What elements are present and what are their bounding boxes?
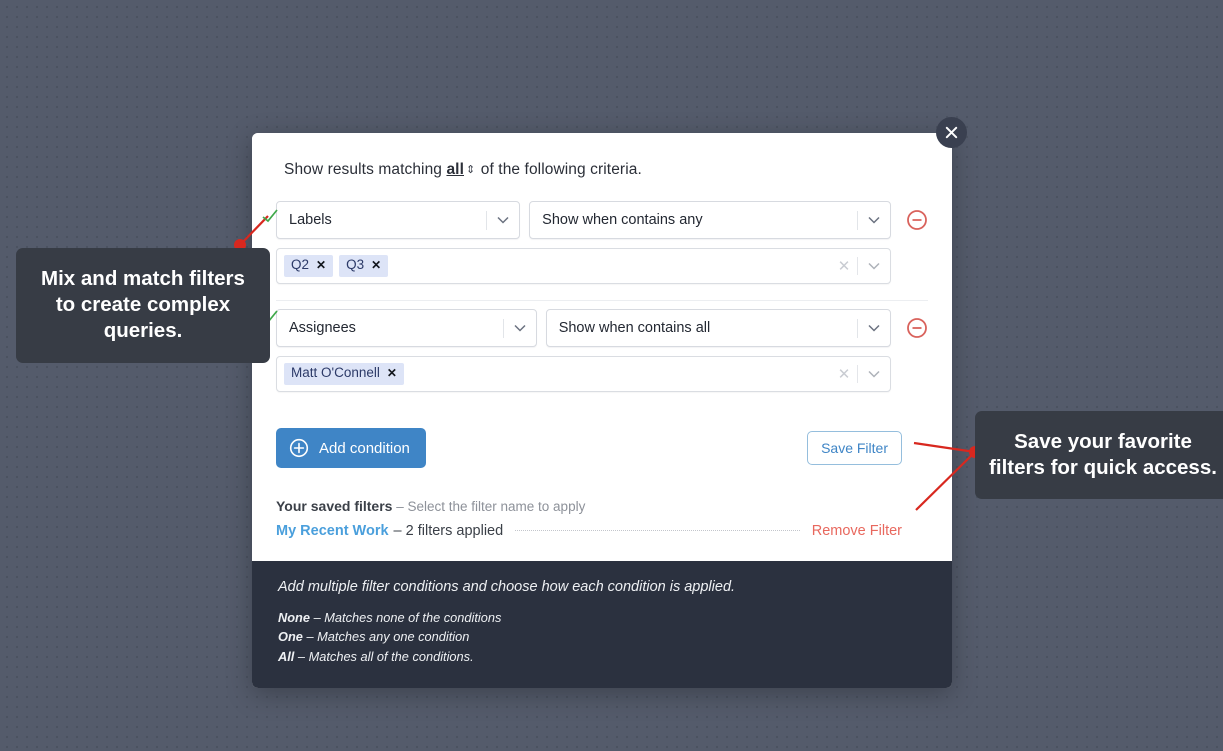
field-select-assignees[interactable]: Assignees: [276, 309, 537, 347]
saved-filters-heading: Your saved filters – Select the filter n…: [276, 498, 928, 514]
field-select-value: Labels: [289, 212, 332, 228]
tag-item[interactable]: Matt O'Connell ✕: [284, 363, 404, 385]
saved-filter-row: My Recent Work – 2 filters applied Remov…: [276, 523, 928, 539]
tag-item[interactable]: Q2 ✕: [284, 255, 334, 277]
criteria-suffix: of the following criteria.: [480, 161, 642, 178]
saved-filter-detail: – 2 filters applied: [393, 523, 504, 539]
field-select-labels[interactable]: Labels: [276, 201, 521, 239]
remove-filter-link[interactable]: Remove Filter: [812, 523, 902, 539]
criteria-prefix: Show results matching: [284, 161, 443, 178]
footer-term: One: [278, 629, 303, 645]
chevron-down-icon[interactable]: [504, 324, 536, 332]
condition-row: Assignees Show when contains all: [276, 309, 928, 347]
tag-input-labels[interactable]: Q2 ✕ Q3 ✕ ✕: [276, 248, 891, 284]
footer-help-line: All – Matches all of the conditions.: [278, 647, 926, 666]
tag-list: Q2 ✕ Q3 ✕: [284, 255, 831, 277]
tag-remove-icon[interactable]: ✕: [371, 258, 381, 272]
minus-circle-icon: [907, 210, 927, 230]
action-row: Add condition Save Filter: [276, 428, 928, 468]
remove-condition-button-1[interactable]: [906, 209, 928, 231]
tag-remove-icon[interactable]: ✕: [316, 258, 326, 272]
tag-remove-icon[interactable]: ✕: [387, 366, 397, 380]
match-type-stepper-icon[interactable]: ⇕: [466, 165, 475, 176]
clear-tags-icon[interactable]: ✕: [831, 259, 857, 274]
save-filter-button[interactable]: Save Filter: [807, 431, 902, 465]
chevron-down-icon[interactable]: [858, 370, 890, 378]
clear-tags-icon[interactable]: ✕: [831, 367, 857, 382]
modal-body: Show results matching all ⇕ of the follow…: [252, 133, 952, 561]
add-condition-button[interactable]: Add condition: [276, 428, 426, 468]
condition-row: Labels Show when contains any: [276, 201, 928, 239]
operator-select-assignees[interactable]: Show when contains all: [545, 309, 892, 347]
footer-term: All: [278, 648, 295, 664]
chevron-down-icon[interactable]: [858, 216, 890, 224]
chevron-down-icon[interactable]: [487, 216, 519, 224]
tag-item[interactable]: Q3 ✕: [339, 255, 389, 277]
callout-left: Mix and match filters to create complex …: [16, 248, 270, 363]
filter-builder-modal: Show results matching all ⇕ of the follow…: [252, 133, 952, 689]
modal-footer-help: Add multiple filter conditions and choos…: [252, 561, 952, 689]
footer-desc: – Matches all of the conditions.: [297, 648, 474, 664]
operator-select-value: Show when contains any: [542, 212, 703, 228]
tag-label: Q2: [291, 257, 310, 273]
saved-filters-hint: – Select the filter name to apply: [396, 499, 586, 514]
footer-desc: – Matches none of the conditions: [313, 610, 502, 625]
operator-select-labels[interactable]: Show when contains any: [529, 201, 892, 239]
footer-desc: – Matches any one condition: [306, 629, 470, 645]
add-condition-label: Add condition: [319, 439, 410, 457]
close-icon: [945, 126, 958, 139]
match-type-value[interactable]: all: [446, 161, 464, 178]
footer-lead-text: Add multiple filter conditions and choos…: [278, 579, 736, 595]
field-select-value: Assignees: [289, 320, 356, 336]
tag-input-assignees[interactable]: Matt O'Connell ✕ ✕: [276, 356, 891, 392]
saved-filters-title: Your saved filters: [276, 498, 393, 514]
criteria-sentence: Show results matching all ⇕ of the follow…: [276, 151, 928, 193]
tag-label: Matt O'Connell: [291, 365, 380, 381]
chevron-down-icon[interactable]: [858, 324, 890, 332]
close-modal-button[interactable]: [936, 117, 967, 148]
tag-list: Matt O'Connell ✕: [284, 363, 831, 385]
saved-filter-name[interactable]: My Recent Work: [276, 523, 389, 539]
remove-condition-button-2[interactable]: [906, 317, 928, 339]
minus-circle-icon: [907, 318, 927, 338]
condition-group: Assignees Show when contains all Matt O'…: [276, 300, 928, 402]
footer-help-line: One – Matches any one condition: [278, 627, 926, 646]
callout-right: Save your favorite filters for quick acc…: [975, 411, 1223, 500]
footer-term: None: [278, 610, 310, 625]
plus-circle-icon: [289, 438, 309, 458]
chevron-down-icon[interactable]: [858, 262, 890, 270]
condition-group: Labels Show when contains any Q2 ✕ Q3 ✕ …: [276, 193, 928, 294]
dotted-leader: [515, 530, 800, 531]
tag-label: Q3: [346, 257, 365, 273]
footer-help-line: None – Matches none of the conditions: [278, 608, 926, 627]
operator-select-value: Show when contains all: [558, 320, 711, 336]
